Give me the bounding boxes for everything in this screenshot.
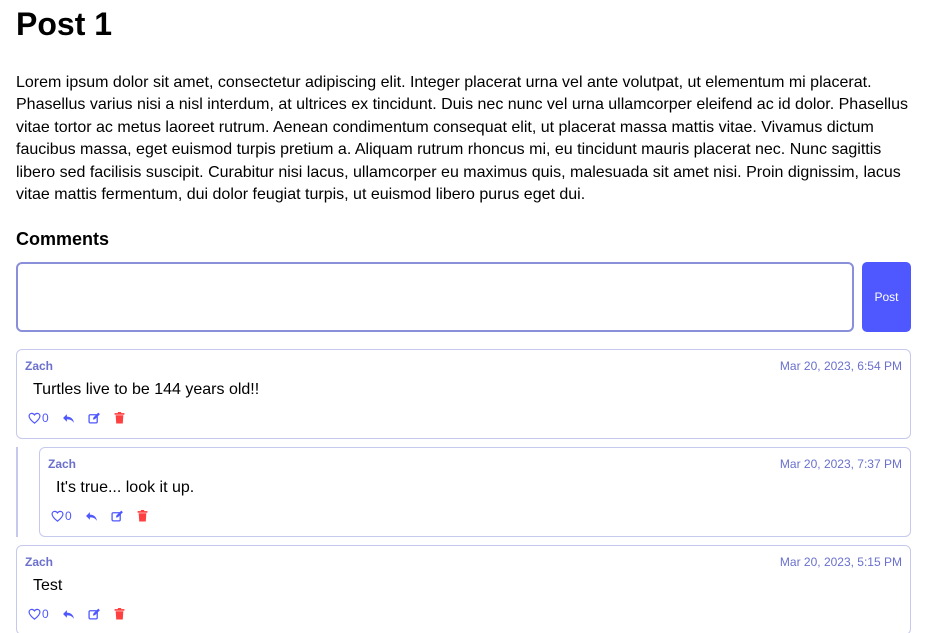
- delete-button[interactable]: [114, 608, 125, 620]
- comment-card: Zach Mar 20, 2023, 5:15 PM Test 0: [16, 545, 911, 633]
- heart-outline-icon: [28, 609, 41, 621]
- comment-text: Turtles live to be 144 years old!!: [33, 381, 260, 399]
- like-button[interactable]: 0: [51, 509, 72, 523]
- reply-thread: Zach Mar 20, 2023, 7:37 PM It's true... …: [16, 447, 911, 538]
- delete-button[interactable]: [114, 412, 125, 424]
- comment-actions: 0: [28, 411, 125, 425]
- comment-input[interactable]: [16, 262, 854, 333]
- edit-button[interactable]: [88, 608, 101, 620]
- edit-icon: [88, 609, 100, 620]
- reply-arrow-icon: [62, 610, 74, 619]
- edit-button[interactable]: [88, 412, 101, 424]
- edit-icon: [111, 511, 123, 522]
- comment-text: Test: [33, 577, 63, 595]
- post-body: Lorem ipsum dolor sit amet, consectetur …: [16, 74, 909, 204]
- heart-outline-icon: [28, 413, 41, 425]
- post-comment-button[interactable]: Post: [862, 262, 911, 333]
- reply-arrow-icon: [85, 512, 97, 521]
- comment-timestamp: Mar 20, 2023, 6:54 PM: [779, 359, 902, 374]
- reply-button[interactable]: [62, 413, 75, 424]
- reply-arrow-icon: [62, 414, 74, 423]
- comments-heading: Comments: [16, 229, 110, 250]
- post-title: Post 1: [16, 6, 113, 42]
- like-button[interactable]: 0: [28, 607, 49, 621]
- comment-card: Zach Mar 20, 2023, 6:54 PM Turtles live …: [16, 349, 911, 440]
- trash-icon: [114, 412, 125, 424]
- edit-button[interactable]: [111, 510, 124, 522]
- like-count: 0: [42, 411, 49, 426]
- post-page: Post 1 Lorem ipsum dolor sit amet, conse…: [0, 0, 930, 633]
- reply-button[interactable]: [85, 511, 98, 522]
- comment-author: Zach: [25, 359, 54, 374]
- reply-card: Zach Mar 20, 2023, 7:37 PM It's true... …: [39, 447, 911, 538]
- like-count: 0: [42, 607, 49, 622]
- trash-icon: [137, 510, 148, 522]
- thread-line: [16, 447, 18, 538]
- like-count: 0: [65, 509, 72, 524]
- heart-outline-icon: [51, 511, 64, 523]
- edit-icon: [88, 413, 100, 424]
- comment-author: Zach: [48, 457, 77, 472]
- comment-composer: Post: [16, 262, 911, 333]
- comment-text: It's true... look it up.: [56, 479, 195, 497]
- reply-button[interactable]: [62, 609, 75, 620]
- comment-timestamp: Mar 20, 2023, 7:37 PM: [779, 457, 902, 472]
- comment-actions: 0: [28, 607, 125, 621]
- like-button[interactable]: 0: [28, 411, 49, 425]
- delete-button[interactable]: [137, 510, 148, 522]
- trash-icon: [114, 608, 125, 620]
- comment-timestamp: Mar 20, 2023, 5:15 PM: [779, 555, 902, 570]
- comment-actions: 0: [51, 509, 148, 523]
- comment-author: Zach: [25, 555, 54, 570]
